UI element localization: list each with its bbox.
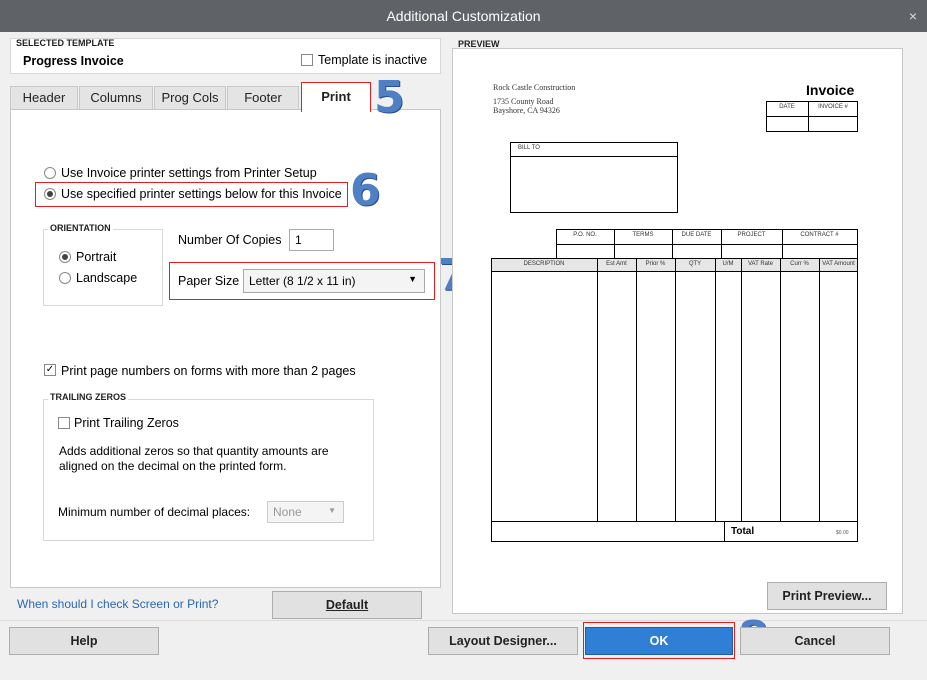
divider	[675, 258, 676, 522]
line-column-header: VAT Rate	[747, 261, 773, 267]
line-column-header: QTY	[688, 261, 702, 267]
info-column-header: PROJECT	[737, 232, 766, 238]
total-value: $0.00	[836, 530, 849, 536]
portrait-label: Portrait	[76, 250, 117, 264]
bill-to-label: BILL TO	[518, 145, 540, 151]
specified-settings-radio[interactable]	[44, 188, 56, 200]
divider	[780, 258, 781, 522]
company-name: Rock Castle Construction	[493, 83, 576, 92]
bill-to-box	[510, 142, 678, 213]
title-bar: Additional Customization	[0, 0, 927, 32]
help-link[interactable]: When should I check Screen or Print?	[17, 597, 218, 611]
trailing-zeros-check-label: Print Trailing Zeros	[74, 416, 179, 430]
default-label: Default	[325, 598, 369, 612]
page-numbers-label: Print page numbers on forms with more th…	[61, 364, 356, 378]
chevron-down-icon: ▼	[328, 506, 336, 515]
date-header: DATE	[779, 104, 795, 110]
line-column-header: VAT Amount	[822, 261, 855, 267]
close-icon[interactable]: ×	[909, 0, 917, 32]
tab-print[interactable]: Print	[301, 82, 371, 112]
layout-designer-button[interactable]: Layout Designer...	[428, 627, 578, 655]
printer-setup-label: Use Invoice printer settings from Printe…	[61, 166, 317, 180]
help-button[interactable]: Help	[9, 627, 159, 655]
window-title: Additional Customization	[386, 8, 541, 24]
page-numbers-checkbox[interactable]: ✓	[44, 364, 56, 376]
template-inactive-checkbox[interactable]	[301, 54, 313, 66]
template-name: Progress Invoice	[23, 54, 124, 68]
tab-footer[interactable]: Footer	[227, 86, 299, 110]
total-row	[491, 521, 858, 542]
copies-label: Number Of Copies	[178, 233, 282, 247]
divider	[556, 244, 858, 245]
line-column-header: DESCRIPTION	[523, 261, 565, 267]
cancel-button[interactable]: Cancel	[740, 627, 890, 655]
line-column-header: Curr %	[790, 261, 809, 267]
line-column-header: Est Amt	[606, 261, 627, 267]
divider	[636, 258, 637, 522]
trailing-desc-2: aligned on the decimal on the printed fo…	[59, 459, 287, 473]
divider	[597, 258, 598, 522]
template-inactive-label: Template is inactive	[318, 53, 428, 67]
min-decimal-select[interactable]: None ▼	[267, 501, 344, 523]
paper-size-value: Letter (8 1/2 x 11 in)	[249, 274, 356, 288]
info-column-header: TERMS	[632, 232, 654, 238]
tab-prog-cols[interactable]: Prog Cols	[154, 86, 226, 110]
printer-setup-radio[interactable]	[44, 167, 56, 179]
info-column-header: CONTRACT #	[800, 232, 839, 238]
orientation-label: ORIENTATION	[48, 223, 113, 233]
paper-size-label: Paper Size	[178, 274, 240, 288]
ok-button[interactable]: OK	[585, 627, 733, 655]
paper-size-select[interactable]: Letter (8 1/2 x 11 in) ▼	[243, 269, 425, 293]
line-column-header: Prior %	[645, 261, 666, 267]
invoice-no-header: INVOICE #	[818, 104, 848, 110]
divider	[715, 258, 716, 522]
landscape-label: Landscape	[76, 271, 138, 285]
trailing-zeros-checkbox[interactable]	[58, 417, 70, 429]
trailing-desc-1: Adds additional zeros so that quantity a…	[59, 444, 329, 458]
divider	[766, 116, 858, 117]
step-6-annotation: 6	[350, 165, 381, 216]
trailing-zeros-label: TRAILING ZEROS	[48, 392, 128, 402]
company-address-1: 1735 County Road	[493, 97, 554, 106]
divider	[724, 521, 725, 542]
divider	[510, 156, 678, 157]
min-decimal-value: None	[273, 505, 302, 519]
portrait-radio[interactable]	[59, 251, 71, 263]
company-address-2: Bayshore, CA 94326	[493, 106, 560, 115]
tab-header[interactable]: Header	[10, 86, 78, 110]
specified-settings-label: Use specified printer settings below for…	[61, 187, 342, 201]
divider	[741, 258, 742, 522]
copies-input[interactable]: 1	[289, 229, 334, 251]
total-label: Total	[731, 526, 755, 537]
selected-template-label: SELECTED TEMPLATE	[16, 38, 115, 48]
info-column-header: P.O. NO.	[573, 232, 597, 238]
print-preview-button[interactable]: Print Preview...	[767, 582, 887, 610]
chevron-down-icon: ▼	[408, 274, 417, 284]
tab-columns[interactable]: Columns	[79, 86, 153, 110]
info-column-header: DUE DATE	[681, 232, 712, 238]
landscape-radio[interactable]	[59, 272, 71, 284]
line-column-header: U/M	[722, 261, 734, 267]
divider	[819, 258, 820, 522]
min-decimal-label: Minimum number of decimal places:	[58, 505, 251, 519]
invoice-title: Invoice	[806, 82, 855, 98]
divider	[0, 620, 927, 621]
default-button[interactable]: Default	[272, 591, 422, 619]
orientation-group	[43, 229, 163, 306]
step-5-annotation: 5	[374, 72, 405, 123]
